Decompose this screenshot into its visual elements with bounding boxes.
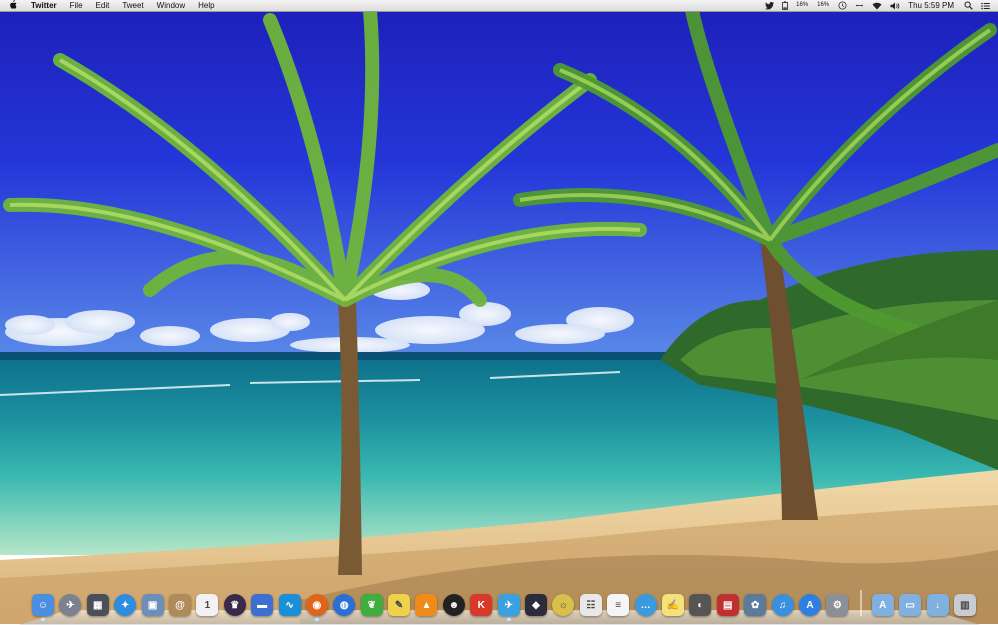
twitter-status-icon[interactable] bbox=[765, 1, 775, 10]
dock-separator bbox=[859, 590, 862, 616]
cyberduck-icon[interactable]: ☼ bbox=[552, 594, 575, 616]
obsidian-icon-glyph: ◆ bbox=[532, 599, 540, 611]
messages-icon[interactable]: … bbox=[634, 594, 657, 616]
klipps-icon-glyph: K bbox=[477, 599, 485, 611]
alfred-icon-glyph: ♛ bbox=[230, 599, 240, 611]
calendar-icon-glyph: 1 bbox=[204, 599, 211, 611]
app-store-alt-icon[interactable]: ◍ bbox=[333, 594, 356, 616]
notification-center-icon[interactable] bbox=[981, 2, 990, 10]
waveform-icon-glyph: ∿ bbox=[285, 599, 294, 611]
menu-window[interactable]: Window bbox=[157, 0, 185, 11]
preview-icon[interactable]: ▣ bbox=[141, 594, 164, 616]
photo-booth-icon[interactable]: ▤ bbox=[716, 594, 739, 616]
downloads-folder-icon[interactable]: ↓ bbox=[926, 594, 949, 616]
finder-icon-glyph: ☺ bbox=[37, 599, 49, 611]
apple-menu-icon[interactable] bbox=[9, 0, 21, 12]
firefox-icon[interactable]: ◉ bbox=[305, 594, 328, 621]
menu-edit[interactable]: Edit bbox=[96, 0, 110, 11]
app-store-icon[interactable]: A bbox=[798, 594, 821, 616]
app-menu-twitter[interactable]: Twitter bbox=[31, 0, 57, 11]
finder-icon[interactable]: ☺ bbox=[32, 594, 54, 621]
system-preferences-icon[interactable]: ⚙ bbox=[826, 594, 849, 616]
textedit-icon-glyph: ≡ bbox=[615, 599, 622, 611]
system-preferences-icon-glyph: ⚙ bbox=[832, 599, 842, 611]
safari-icon-glyph: ✦ bbox=[120, 599, 130, 611]
dashboard-icon[interactable]: ☷ bbox=[579, 594, 602, 616]
trash-icon[interactable]: ▥ bbox=[953, 594, 976, 616]
launchpad-icon[interactable]: ✈ bbox=[59, 594, 82, 616]
preview-icon-glyph: ▣ bbox=[147, 599, 158, 611]
mission-control-icon-glyph: ▦ bbox=[93, 599, 103, 611]
facetime-icon[interactable]: ◐ bbox=[689, 594, 712, 616]
obsidian-icon[interactable]: ◆ bbox=[525, 594, 548, 616]
cyberduck-icon-glyph: ☼ bbox=[558, 599, 568, 611]
twitter-icon[interactable]: ✈ bbox=[497, 594, 520, 621]
dropbox-icon[interactable]: ▬ bbox=[251, 594, 274, 616]
itunes-icon-glyph: ♫ bbox=[778, 599, 787, 611]
running-indicator bbox=[41, 618, 45, 621]
evernote-icon[interactable]: ❦ bbox=[360, 594, 383, 616]
menu-clock[interactable]: Thu 5:59 PM bbox=[908, 0, 954, 11]
documents-folder-icon-glyph: ▭ bbox=[905, 599, 915, 611]
alien-icon[interactable]: ☻ bbox=[442, 594, 465, 616]
evernote-icon-glyph: ❦ bbox=[367, 599, 376, 611]
facetime-icon-glyph: ◐ bbox=[697, 599, 704, 611]
contacts-icon[interactable]: @ bbox=[168, 594, 191, 616]
desktop-wallpaper bbox=[0, 0, 998, 624]
app-store-icon-glyph: A bbox=[806, 599, 814, 611]
twitter-icon-glyph: ✈ bbox=[504, 599, 513, 611]
iphoto-icon-glyph: ✿ bbox=[750, 599, 760, 611]
notes-icon-glyph: ✍ bbox=[666, 599, 680, 611]
battery-percent-2: 16% bbox=[817, 2, 830, 8]
textedit-icon[interactable]: ≡ bbox=[607, 594, 630, 616]
battery-icon[interactable] bbox=[782, 1, 789, 10]
bluetooth-icon[interactable] bbox=[855, 1, 864, 10]
running-indicator bbox=[506, 618, 511, 621]
stickies-icon-glyph: ✎ bbox=[394, 599, 404, 611]
dock-icons: ☺ ✈ ▦ ✦ ▣ @1 ♛ ▬ ∿ ◉ ◍ ❦ ✎ ▲ ☻ K ✈ ◆ ☼ ☷ ≡ … ✍ ◐ ▤ ✿ ♫ A ⚙ A ▭ ↓ ▥ bbox=[32, 590, 981, 621]
dock: ☺ ✈ ▦ ✦ ▣ @1 ♛ ▬ ∿ ◉ ◍ ❦ ✎ ▲ ☻ K ✈ ◆ ☼ ☷ ≡ … ✍ ◐ ▤ ✿ ♫ A ⚙ A ▭ ↓ ▥ bbox=[18, 590, 981, 625]
downloads-folder-icon-glyph: ↓ bbox=[935, 599, 940, 611]
calendar-icon[interactable]: 1 bbox=[196, 594, 219, 616]
beach-palm-wallpaper bbox=[0, 0, 998, 624]
alfred-icon[interactable]: ♛ bbox=[223, 594, 246, 616]
documents-folder-icon[interactable]: ▭ bbox=[899, 594, 922, 616]
time-machine-icon[interactable] bbox=[838, 1, 847, 10]
vlc-icon[interactable]: ▲ bbox=[415, 594, 438, 616]
menu-help[interactable]: Help bbox=[198, 0, 214, 11]
messages-icon-glyph: … bbox=[640, 599, 651, 611]
battery-percent-1: 16% bbox=[796, 2, 809, 8]
safari-icon[interactable]: ✦ bbox=[114, 594, 137, 616]
wifi-icon[interactable] bbox=[872, 2, 882, 10]
alien-icon-glyph: ☻ bbox=[448, 599, 460, 611]
launchpad-icon-glyph: ✈ bbox=[66, 599, 75, 611]
itunes-icon[interactable]: ♫ bbox=[771, 594, 794, 616]
photo-booth-icon-glyph: ▤ bbox=[723, 599, 733, 611]
applications-folder-icon-glyph: A bbox=[879, 599, 887, 611]
menu-file[interactable]: File bbox=[70, 0, 83, 11]
applications-folder-icon[interactable]: A bbox=[871, 594, 894, 616]
running-indicator bbox=[314, 618, 319, 621]
trash-icon-glyph: ▥ bbox=[960, 599, 970, 611]
menu-tweet[interactable]: Tweet bbox=[122, 0, 143, 11]
stickies-icon[interactable]: ✎ bbox=[388, 594, 411, 616]
spotlight-search-icon[interactable] bbox=[964, 1, 973, 10]
contacts-icon-glyph: @ bbox=[175, 599, 185, 611]
waveform-icon[interactable]: ∿ bbox=[278, 594, 301, 616]
klipps-icon[interactable]: K bbox=[470, 594, 493, 616]
menu-bar: Twitter File Edit Tweet Window Help 16% … bbox=[0, 0, 998, 12]
volume-icon[interactable] bbox=[890, 2, 900, 10]
notes-icon[interactable]: ✍ bbox=[661, 594, 684, 616]
vlc-icon-glyph: ▲ bbox=[421, 599, 432, 611]
dropbox-icon-glyph: ▬ bbox=[257, 599, 268, 611]
iphoto-icon[interactable]: ✿ bbox=[744, 594, 767, 616]
dashboard-icon-glyph: ☷ bbox=[586, 599, 596, 611]
firefox-icon-glyph: ◉ bbox=[312, 599, 322, 611]
mission-control-icon[interactable]: ▦ bbox=[86, 594, 109, 616]
app-store-alt-icon-glyph: ◍ bbox=[339, 599, 349, 611]
